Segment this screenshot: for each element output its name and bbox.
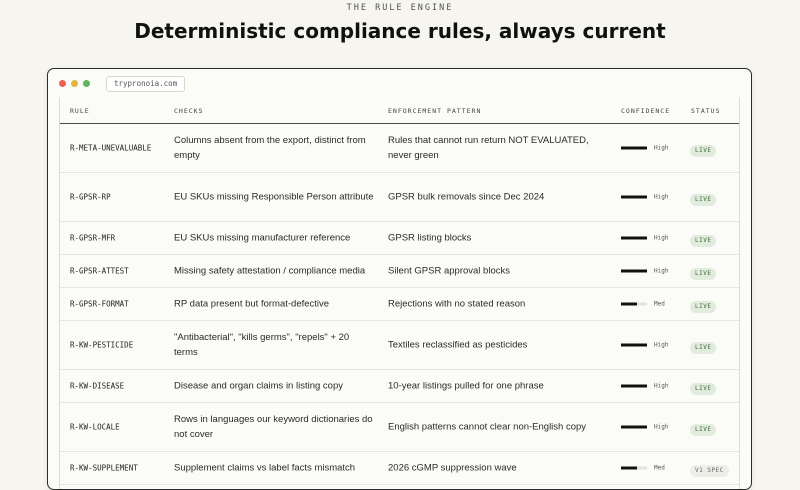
confidence-meter: High	[621, 342, 668, 349]
table-row: R-KW-PESTICIDE "Antibacterial", "kills g…	[60, 321, 739, 370]
confidence-bar	[621, 195, 647, 199]
rule-pattern: GPSR listing blocks	[388, 232, 472, 244]
url-bar[interactable]: trypronoia.com	[106, 76, 186, 92]
confidence-bar	[621, 146, 647, 150]
status-badge: LIVE	[690, 383, 717, 395]
rule-pattern: English patterns cannot clear non-Englis…	[388, 421, 587, 433]
confidence-meter: High	[621, 194, 668, 201]
confidence-meter: Med	[621, 301, 665, 308]
rule-id: R-GPSR-MFR	[70, 233, 116, 243]
confidence-bar-fill	[621, 384, 647, 388]
rule-pattern: Rejections with no stated reason	[388, 298, 526, 310]
confidence-bar-fill	[621, 269, 647, 273]
confidence-meter: High	[621, 383, 668, 390]
confidence-bar-fill	[621, 302, 637, 306]
browser-window: trypronoia.com RULE CHECKS ENFORCEMENT P…	[47, 68, 752, 490]
table-row: R-GPSR-ATTEST Missing safety attestation…	[60, 255, 739, 288]
rule-checks: RP data present but format-defective	[174, 298, 330, 310]
confidence-label: Med	[654, 464, 665, 472]
confidence-bar-fill	[621, 146, 647, 150]
confidence-bar-fill	[621, 343, 647, 347]
rule-checks: "Antibacterial", "kills germs", "repels"…	[174, 332, 350, 358]
browser-titlebar: trypronoia.com	[48, 69, 751, 97]
rule-checks: EU SKUs missing manufacturer reference	[174, 232, 351, 244]
rule-checks: Disease and organ claims in listing copy	[174, 380, 343, 392]
header-status: STATUS	[691, 107, 721, 115]
confidence-bar	[621, 343, 647, 347]
maximize-window-icon	[83, 80, 90, 87]
status-badge: LIVE	[690, 301, 717, 313]
confidence-label: High	[654, 341, 669, 349]
status-badge: LIVE	[690, 194, 717, 206]
rule-pattern: GPSR bulk removals since Dec 2024	[388, 191, 545, 203]
confidence-bar	[621, 302, 647, 306]
header-confidence: CONFIDENCE	[621, 107, 671, 115]
section-eyebrow: THE RULE ENGINE	[346, 3, 454, 13]
confidence-bar-fill	[621, 466, 637, 470]
table-row: R-KW-LOCALE Rows in languages our keywor…	[60, 403, 739, 452]
confidence-label: High	[654, 423, 669, 431]
rule-id: R-GPSR-RP	[70, 192, 111, 202]
confidence-bar	[621, 236, 647, 240]
rule-id: R-KW-DISEASE	[70, 381, 125, 391]
close-window-icon	[59, 80, 66, 87]
status-badge: LIVE	[690, 235, 717, 247]
header-checks: CHECKS	[174, 107, 204, 115]
confidence-meter: High	[621, 268, 668, 275]
rule-checks: Rows in languages our keyword dictionari…	[174, 414, 373, 440]
confidence-bar	[621, 384, 647, 388]
confidence-bar-fill	[621, 425, 647, 429]
confidence-label: High	[654, 267, 669, 275]
rule-id: R-KW-LOCALE	[70, 422, 120, 432]
header-pattern: ENFORCEMENT PATTERN	[388, 107, 482, 115]
status-badge: LIVE	[690, 145, 717, 157]
confidence-bar-fill	[621, 195, 647, 199]
status-badge: LIVE	[690, 342, 717, 354]
confidence-meter: High	[621, 145, 668, 152]
confidence-bar	[621, 466, 647, 470]
rule-pattern: 2026 cGMP suppression wave	[388, 462, 517, 474]
rule-pattern: Rules that cannot run return NOT EVALUAT…	[388, 135, 589, 161]
section-headline: Deterministic compliance rules, always c…	[134, 19, 666, 43]
rule-checks: EU SKUs missing Responsible Person attri…	[174, 191, 374, 203]
rule-pattern: Textiles reclassified as pesticides	[388, 339, 528, 351]
table-row: R-KW-SUPPLEMENT Supplement claims vs lab…	[60, 452, 739, 485]
rule-checks: Columns absent from the export, distinct…	[174, 135, 366, 161]
table-row: R-GPSR-FORMAT RP data present but format…	[60, 288, 739, 321]
confidence-bar	[621, 425, 647, 429]
table-row: R-META-UNEVALUABLE Columns absent from t…	[60, 124, 739, 173]
confidence-meter: High	[621, 235, 668, 242]
rule-checks: Supplement claims vs label facts mismatc…	[174, 462, 356, 474]
rule-pattern: 10-year listings pulled for one phrase	[388, 380, 544, 392]
header-rule: RULE	[70, 107, 90, 115]
table-header: RULE CHECKS ENFORCEMENT PATTERN CONFIDEN…	[60, 97, 739, 124]
confidence-label: High	[654, 234, 669, 242]
rules-table: RULE CHECKS ENFORCEMENT PATTERN CONFIDEN…	[59, 97, 740, 489]
status-badge: V1 SPEC	[690, 465, 729, 477]
confidence-meter: Med	[621, 465, 665, 472]
rule-id: R-GPSR-FORMAT	[70, 299, 129, 309]
rule-id: R-GPSR-ATTEST	[70, 266, 129, 276]
rule-id: R-KW-PESTICIDE	[70, 340, 134, 350]
rule-id: R-META-UNEVALUABLE	[70, 143, 152, 153]
table-row: R-KW-DISEASE Disease and organ claims in…	[60, 370, 739, 403]
minimize-window-icon	[71, 80, 78, 87]
status-badge: LIVE	[690, 424, 717, 436]
confidence-label: Med	[654, 300, 665, 308]
rule-pattern: Silent GPSR approval blocks	[388, 265, 510, 277]
confidence-label: High	[654, 193, 669, 201]
table-row: R-GPSR-RP EU SKUs missing Responsible Pe…	[60, 173, 739, 222]
confidence-meter: High	[621, 424, 668, 431]
table-row: R-GPSR-MFR EU SKUs missing manufacturer …	[60, 222, 739, 255]
rule-id: R-KW-SUPPLEMENT	[70, 463, 138, 473]
confidence-bar	[621, 269, 647, 273]
confidence-label: High	[654, 382, 669, 390]
confidence-label: High	[654, 144, 669, 152]
rule-checks: Missing safety attestation / compliance …	[174, 265, 366, 277]
status-badge: LIVE	[690, 268, 717, 280]
confidence-bar-fill	[621, 236, 647, 240]
